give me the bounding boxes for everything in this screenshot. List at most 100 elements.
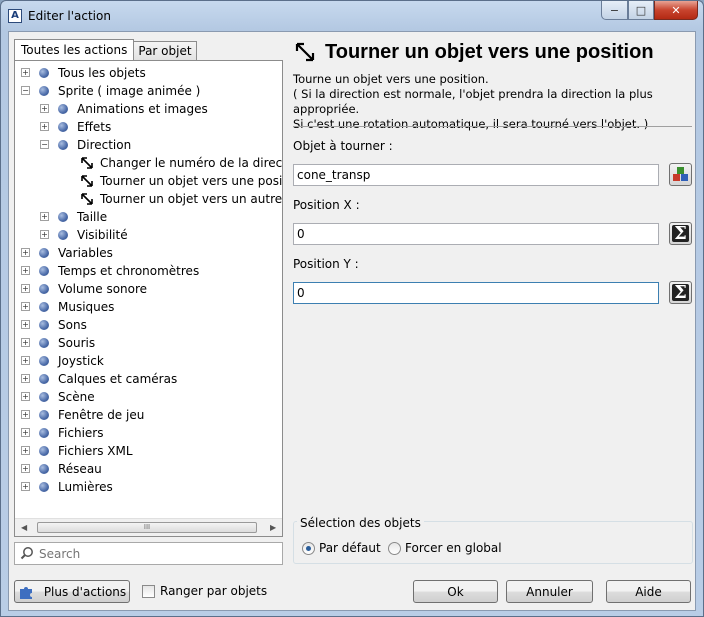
category-icon xyxy=(58,140,68,150)
expand-icon[interactable]: + xyxy=(40,104,49,113)
expression-editor-y-button[interactable]: Σ xyxy=(669,281,692,304)
cancel-button[interactable]: Annuler xyxy=(506,580,593,603)
tree-item-label: Lumières xyxy=(58,480,113,494)
collapse-icon[interactable]: − xyxy=(21,86,30,95)
more-actions-button[interactable]: Plus d'actions xyxy=(14,580,130,603)
help-label: Aide xyxy=(635,584,662,599)
tree-item-lumieres[interactable]: + Lumières xyxy=(21,478,113,496)
window-title: Editer l'action xyxy=(28,9,111,23)
radio-label: Forcer en global xyxy=(405,541,502,555)
scroll-thumb[interactable]: III xyxy=(37,522,257,533)
tree-item-label: Tous les objets xyxy=(58,66,146,80)
tree-item-label: Sprite ( image animée ) xyxy=(58,84,201,98)
tree-item-visibilite[interactable]: + Visibilité xyxy=(40,226,128,244)
minimize-button[interactable]: − xyxy=(601,1,628,20)
category-icon xyxy=(58,230,68,240)
position-y-field[interactable]: 0 xyxy=(293,282,659,304)
expand-icon[interactable]: + xyxy=(40,122,49,131)
position-x-field[interactable]: 0 xyxy=(293,223,659,245)
param-label-object: Objet à tourner : xyxy=(293,139,393,153)
expand-icon[interactable]: + xyxy=(21,284,30,293)
scroll-left-icon[interactable]: ◀ xyxy=(21,523,27,532)
expand-icon[interactable]: + xyxy=(21,392,30,401)
checkbox-label: Ranger par objets xyxy=(160,584,268,598)
tree-item-turn-to-position[interactable]: Tourner un objet vers une position xyxy=(79,172,282,190)
expand-icon[interactable]: + xyxy=(21,446,30,455)
expression-editor-x-button[interactable]: Σ xyxy=(669,222,692,245)
tree-item-turn-to-object[interactable]: Tourner un objet vers un autre xyxy=(79,190,282,208)
action-tree[interactable]: + Tous les objets − Sprite ( image animée … xyxy=(15,61,282,518)
close-button[interactable]: ✕ xyxy=(654,1,698,20)
object-selection-title: Sélection des objets xyxy=(297,516,424,530)
tree-item-taille[interactable]: + Taille xyxy=(40,208,107,226)
tree-item-volume[interactable]: + Volume sonore xyxy=(21,280,147,298)
tree-item-label: Sons xyxy=(58,318,87,332)
tree-item-label: Temps et chronomètres xyxy=(58,264,200,278)
cancel-label: Annuler xyxy=(526,584,573,599)
expand-icon[interactable]: + xyxy=(21,482,30,491)
tree-item-scene[interactable]: + Scène xyxy=(21,388,95,406)
expand-icon[interactable]: + xyxy=(21,410,30,419)
radio-force-global[interactable]: Forcer en global xyxy=(388,541,502,555)
sort-by-objects-checkbox[interactable]: Ranger par objets xyxy=(142,584,267,598)
action-title: Tourner un objet vers une position xyxy=(325,40,654,63)
tree-item-temps[interactable]: + Temps et chronomètres xyxy=(21,262,199,280)
dialog-body: Toutes les actions Par objet + Tous les o… xyxy=(8,31,696,611)
tab-all-actions[interactable]: Toutes les actions xyxy=(14,39,135,60)
search-input[interactable] xyxy=(39,545,274,562)
rotate-arrow-icon xyxy=(81,175,93,187)
tree-item-souris[interactable]: + Souris xyxy=(21,334,95,352)
tree-item-musiques[interactable]: + Musiques xyxy=(21,298,114,316)
ok-label: Ok xyxy=(447,584,464,599)
tree-item-reseau[interactable]: + Réseau xyxy=(21,460,102,478)
tree-item-variables[interactable]: + Variables xyxy=(21,244,113,262)
action-tree-panel: + Tous les objets − Sprite ( image animée … xyxy=(14,60,283,537)
category-icon xyxy=(58,122,68,132)
help-button[interactable]: Aide xyxy=(606,580,691,603)
expand-icon[interactable]: + xyxy=(40,212,49,221)
object-field[interactable]: cone_transp xyxy=(293,164,659,186)
radio-default[interactable]: Par défaut xyxy=(302,541,381,555)
tree-item-sons[interactable]: + Sons xyxy=(21,316,87,334)
tree-item-tous-les-objets[interactable]: + Tous les objets xyxy=(21,64,146,82)
collapse-icon[interactable]: − xyxy=(40,140,49,149)
action-description: Tourne un objet vers une position. ( Si … xyxy=(293,72,693,132)
expand-icon[interactable]: + xyxy=(21,266,30,275)
expand-icon[interactable]: + xyxy=(21,248,30,257)
category-icon xyxy=(39,302,49,312)
expand-icon[interactable]: + xyxy=(21,68,30,77)
maximize-button[interactable]: □ xyxy=(628,1,654,20)
category-icon xyxy=(58,212,68,222)
tree-item-fichiers[interactable]: + Fichiers xyxy=(21,424,103,442)
category-icon xyxy=(39,266,49,276)
tree-item-effets[interactable]: + Effets xyxy=(40,118,111,136)
expand-icon[interactable]: + xyxy=(21,320,30,329)
tab-by-object[interactable]: Par objet xyxy=(133,41,197,60)
ok-button[interactable]: Ok xyxy=(413,580,498,603)
expand-icon[interactable]: + xyxy=(21,302,30,311)
tree-item-sprite[interactable]: − Sprite ( image animée ) xyxy=(21,82,200,100)
sigma-icon: Σ xyxy=(672,284,689,302)
param-label-x: Position X : xyxy=(293,198,360,212)
tree-item-fenetre[interactable]: + Fenêtre de jeu xyxy=(21,406,144,424)
rotate-arrow-icon xyxy=(81,157,93,169)
expand-icon[interactable]: + xyxy=(40,230,49,239)
object-chooser-button[interactable] xyxy=(669,163,692,186)
horizontal-scrollbar[interactable]: ◀ III ▶ xyxy=(15,518,282,536)
tree-item-label: Tourner un objet vers une position xyxy=(100,174,282,188)
title-bar[interactable]: A Editer l'action − □ ✕ xyxy=(1,1,703,31)
expand-icon[interactable]: + xyxy=(21,464,30,473)
expand-icon[interactable]: + xyxy=(21,338,30,347)
tree-item-change-direction[interactable]: Changer le numéro de la direction xyxy=(79,154,282,172)
scroll-right-icon[interactable]: ▶ xyxy=(270,523,276,532)
expand-icon[interactable]: + xyxy=(21,356,30,365)
tree-item-animations[interactable]: + Animations et images xyxy=(40,100,208,118)
category-icon xyxy=(39,86,49,96)
tree-item-joystick[interactable]: + Joystick xyxy=(21,352,104,370)
tree-item-fichiers-xml[interactable]: + Fichiers XML xyxy=(21,442,133,460)
expand-icon[interactable]: + xyxy=(21,374,30,383)
tree-item-direction[interactable]: − Direction xyxy=(40,136,131,154)
tree-item-label: Fenêtre de jeu xyxy=(58,408,145,422)
expand-icon[interactable]: + xyxy=(21,428,30,437)
tree-item-calques[interactable]: + Calques et caméras xyxy=(21,370,177,388)
